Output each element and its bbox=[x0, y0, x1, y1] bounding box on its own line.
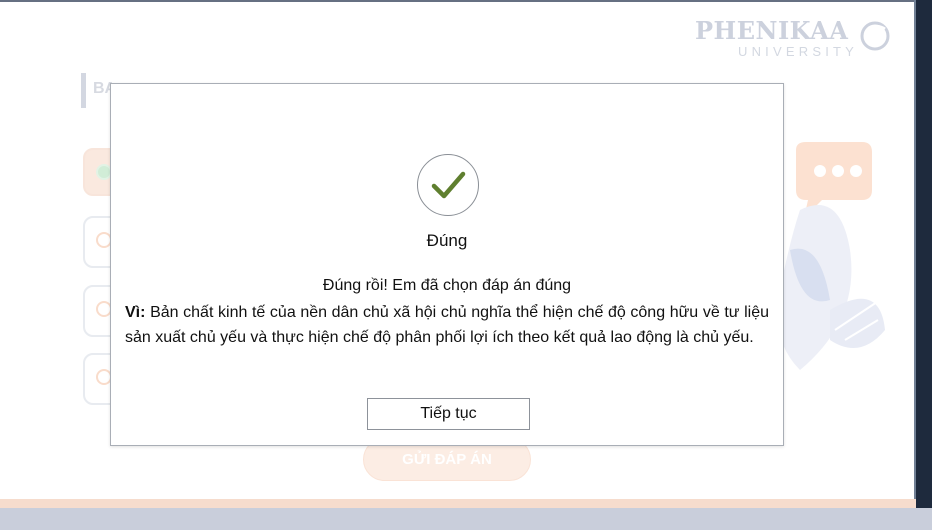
dialog-message: Đúng rồi! Em đã chọn đáp án đúng bbox=[322, 277, 572, 294]
dialog-title: Đúng bbox=[426, 231, 468, 250]
footer-accent-band bbox=[0, 499, 916, 508]
continue-button[interactable]: Tiếp tục bbox=[367, 398, 530, 430]
check-icon bbox=[417, 154, 479, 216]
explanation-prefix: Vì: bbox=[125, 304, 146, 321]
checkmark-glyph bbox=[431, 171, 466, 199]
explanation-text: Bản chất kinh tế của nền dân chủ xã hội … bbox=[125, 304, 769, 346]
dialog-explanation: Vì: Bản chất kinh tế của nền dân chủ xã … bbox=[125, 300, 769, 350]
window-right-border bbox=[916, 0, 932, 530]
footer-bar bbox=[0, 508, 932, 530]
result-dialog: Đúng Đúng rồi! Em đã chọn đáp án đúng Vì… bbox=[110, 83, 784, 446]
